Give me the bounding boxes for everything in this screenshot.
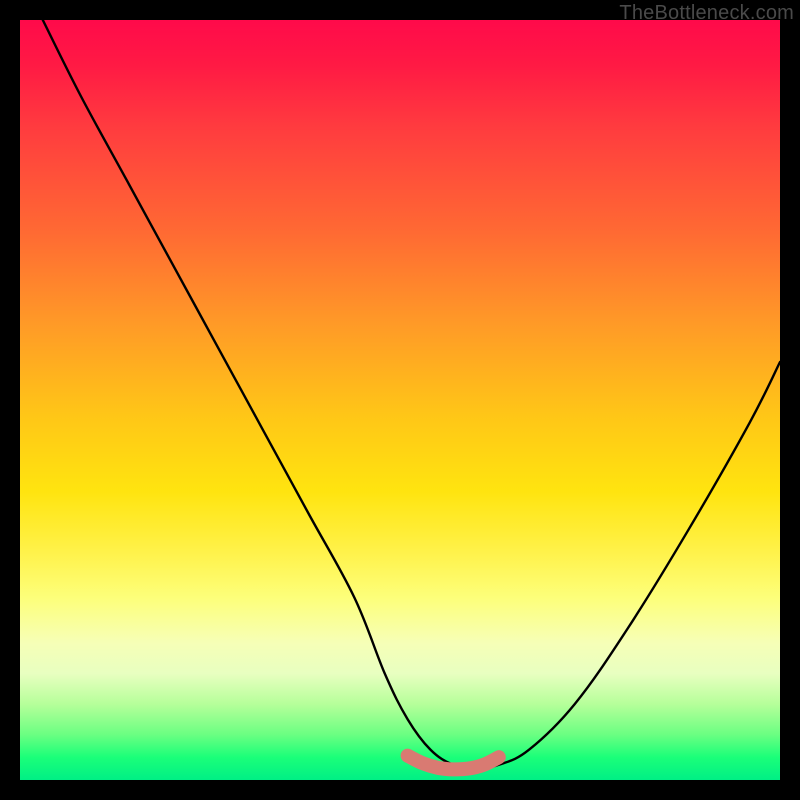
plot-area (20, 20, 780, 780)
curve-layer (20, 20, 780, 780)
watermark-text: TheBottleneck.com (619, 2, 794, 25)
flat-bottom-highlight (408, 756, 499, 770)
chart-frame: TheBottleneck.com (0, 0, 800, 800)
bottleneck-curve (43, 20, 780, 769)
